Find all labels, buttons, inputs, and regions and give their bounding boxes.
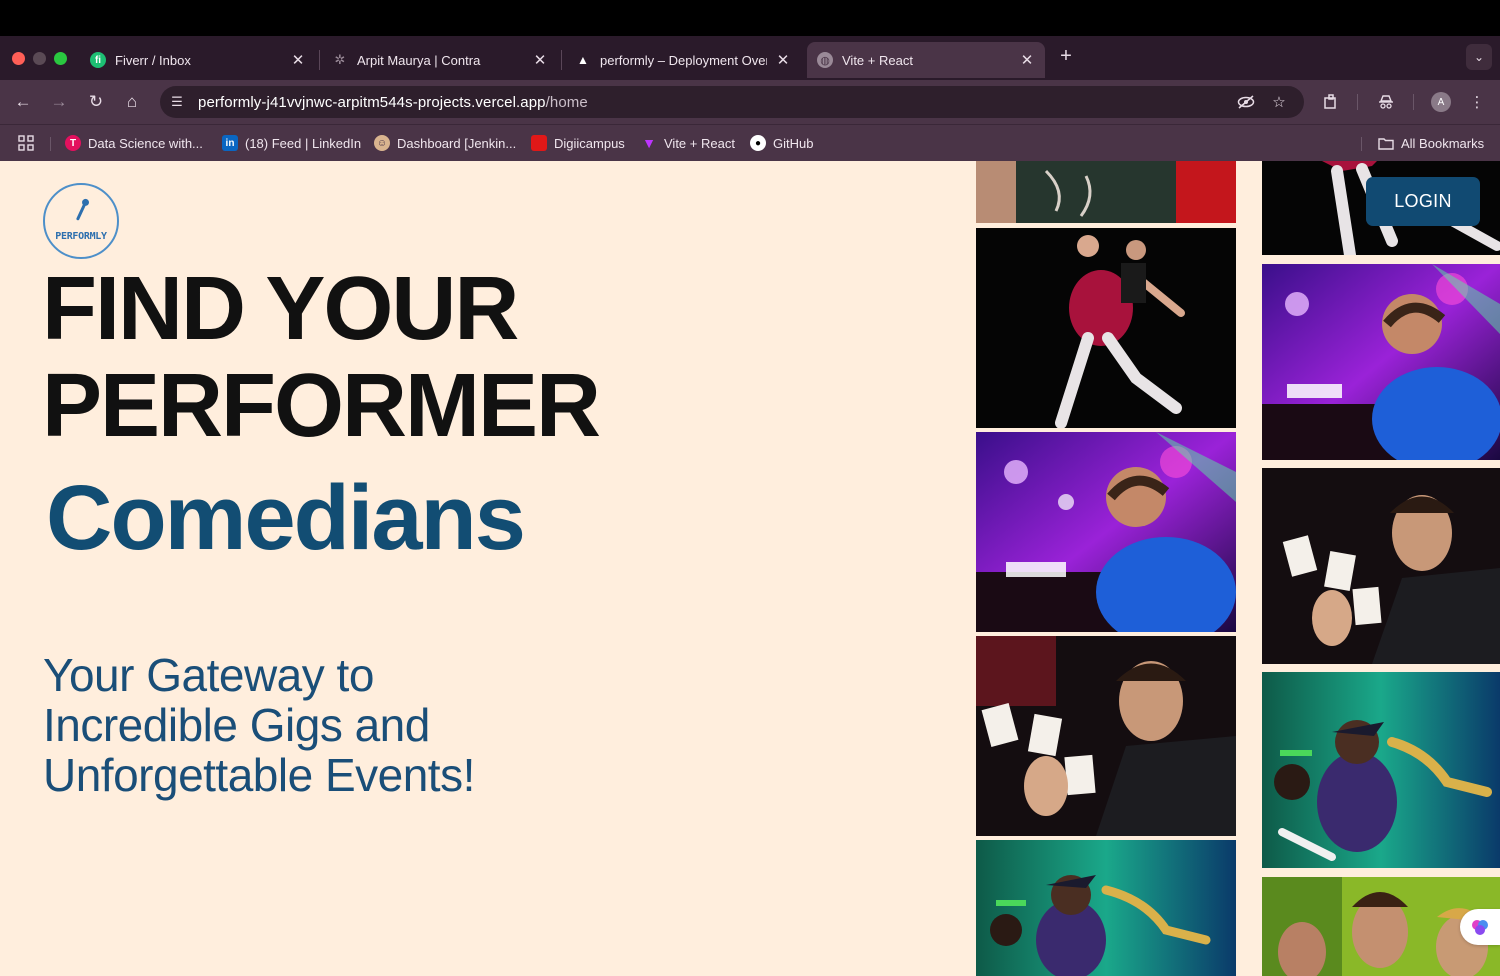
tab-strip: fi Fiverr / Inbox ✕ ✲ Arpit Maurya | Con… [0,36,1500,80]
tab-contra[interactable]: ✲ Arpit Maurya | Contra ✕ [322,42,558,78]
tab-vite-react[interactable]: ◍ Vite + React ✕ [807,42,1045,78]
bookmark-separator [50,137,51,151]
address-bar[interactable]: ☰ performly-j41vvjnwc-arpitm544s-project… [160,86,1304,118]
data-science-icon: T [65,135,81,151]
all-bookmarks[interactable]: All Bookmarks [1378,134,1484,152]
performer-image-saxophone-2 [1262,672,1500,868]
back-icon[interactable]: ← [11,90,35,114]
toolbar-separator [1413,94,1414,110]
url-text[interactable]: performly-j41vvjnwc-arpitm544s-projects.… [198,94,588,111]
reload-icon[interactable]: ↻ [84,90,108,114]
kebab-menu-icon[interactable]: ⋮ [1466,91,1488,113]
folder-icon [1378,135,1394,151]
hero-subtitle: Your Gateway to Incredible Gigs and Unfo… [43,649,475,801]
bookmark-jenkins[interactable]: ☺ Dashboard [Jenkin... [374,134,516,152]
forward-icon[interactable]: → [47,90,71,114]
hero-title: FIND YOUR PERFORMER [42,259,601,456]
new-tab-icon[interactable]: + [1056,46,1076,66]
performly-logo[interactable]: PERFORMLY [43,183,119,259]
close-window-button[interactable] [12,52,25,65]
globe-icon: ◍ [817,52,833,68]
eye-slash-icon[interactable] [1236,93,1256,111]
brain-icon[interactable] [1460,909,1500,945]
bookmark-vite-react[interactable]: ▼ Vite + React [641,134,735,152]
bookmark-separator [1361,137,1362,151]
home-icon[interactable]: ⌂ [120,90,144,114]
fiverr-icon: fi [90,52,106,68]
close-tab-icon[interactable]: ✕ [290,51,306,69]
close-tab-icon[interactable]: ✕ [775,51,791,69]
toolbar-separator [1357,94,1358,110]
jenkins-icon: ☺ [374,135,390,151]
bookmark-data-science[interactable]: T Data Science with... [65,134,203,152]
chevron-down-icon[interactable]: ⌄ [1466,44,1492,70]
contra-icon: ✲ [334,52,346,67]
tab-separator [319,50,320,70]
apps-grid-icon[interactable] [18,134,34,152]
close-tab-icon[interactable]: ✕ [532,51,548,69]
star-icon[interactable]: ☆ [1269,93,1289,111]
performer-image-magician [976,636,1236,836]
performer-image-magician-2 [1262,468,1500,664]
bookmark-linkedin[interactable]: in (18) Feed | LinkedIn [222,134,361,152]
tab-vercel[interactable]: ▲ performly – Deployment Over ✕ [565,42,801,78]
performer-image-ballet [976,228,1236,428]
performer-image-dancer-top [976,161,1236,223]
bookmark-digiicampus[interactable]: Digiicampus [531,134,625,152]
os-menubar [0,0,1500,36]
login-button[interactable]: LOGIN [1366,177,1480,226]
digiicampus-icon [531,135,547,151]
minimize-window-button[interactable] [33,52,46,65]
microphone-icon [75,200,87,221]
site-settings-icon[interactable]: ☰ [168,93,186,111]
browser-toolbar: ← → ↻ ⌂ ☰ performly-j41vvjnwc-arpitm544s… [0,80,1500,124]
bookmarks-bar: T Data Science with... in (18) Feed | Li… [0,124,1500,161]
bookmark-github[interactable]: ● GitHub [750,134,813,152]
performer-image-dj-2 [1262,264,1500,460]
tab-separator [561,50,562,70]
maximize-window-button[interactable] [54,52,67,65]
vite-icon: ▼ [642,135,656,151]
vercel-icon: ▲ [577,53,589,67]
tab-fiverr[interactable]: fi Fiverr / Inbox ✕ [80,42,316,78]
page-content: PERFORMLY FIND YOUR PERFORMER Comedians … [0,161,1500,976]
linkedin-icon: in [222,135,238,151]
hero-rotating-word: Comedians [46,467,526,569]
performer-image-dj [976,432,1236,632]
close-tab-icon[interactable]: ✕ [1019,51,1035,69]
extensions-icon[interactable] [1320,91,1342,113]
incognito-icon[interactable] [1375,91,1397,113]
github-icon: ● [750,135,766,151]
profile-avatar[interactable]: A [1431,92,1451,112]
performer-image-saxophone [976,840,1236,976]
